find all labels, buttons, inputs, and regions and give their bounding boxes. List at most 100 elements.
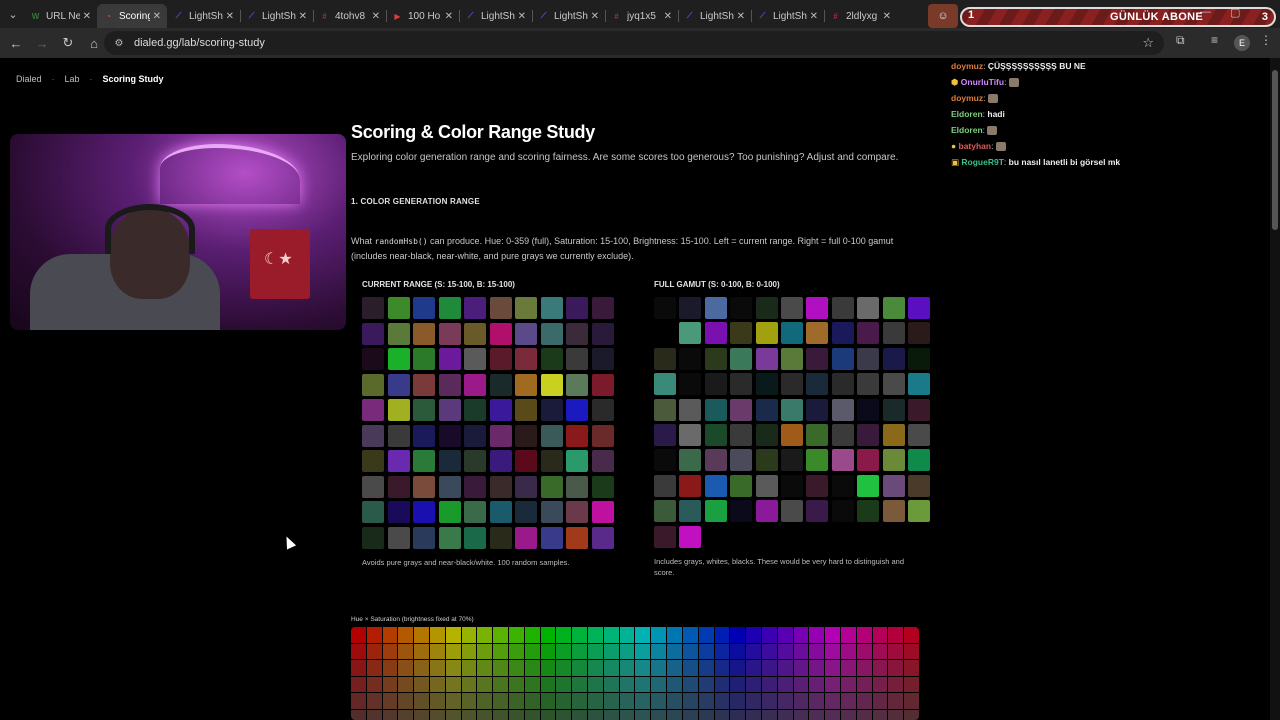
hue-sat-cell [461,660,477,676]
hue-sat-cell [825,660,840,676]
hue-sat-cell [382,676,398,693]
profile-avatar[interactable]: E [1234,35,1250,51]
media-icon[interactable]: ≡ [1211,33,1218,47]
tab-7[interactable]: ⟋ LightSh ✕ [532,4,605,28]
current-range-swatch [387,450,410,472]
chat-username[interactable]: doymuz [951,93,983,103]
full-gamut-swatch [755,423,778,446]
full-gamut-swatch [755,500,778,523]
tab-title: LightSh [700,10,734,22]
tab-close-icon[interactable]: ✕ [518,11,526,22]
hue-sat-cell [382,709,398,720]
full-gamut-swatch [882,449,905,472]
tab-close-icon[interactable]: ✕ [664,11,672,22]
full-gamut-swatch [679,297,702,319]
hue-sat-cell [366,709,382,720]
address-bar[interactable]: ⚙ dialed.gg/lab/scoring-study ☆ [104,31,1164,55]
tab-9[interactable]: ⟋ LightSh ✕ [678,4,751,28]
flag-image [250,229,310,299]
tab-3[interactable]: ⟋ LightSh ✕ [240,4,313,28]
breadcrumb-lab[interactable]: Lab [65,74,80,84]
tab-1[interactable]: ◔ Scoring ✕ [97,4,167,28]
hue-sat-cell [682,693,698,709]
url-text[interactable]: dialed.gg/lab/scoring-study [134,37,265,49]
tab-close-icon[interactable]: ✕ [153,11,161,22]
current-range-swatch [515,322,537,345]
full-gamut-swatch [730,449,753,472]
chat-username[interactable]: Eldoren [951,109,983,119]
full-gamut-swatch-grid [654,297,930,548]
chat-username[interactable]: batyhan [959,141,992,151]
tab-2[interactable]: ⟋ LightSh ✕ [167,4,240,28]
hue-sat-cell [445,627,461,643]
tab-close-icon[interactable]: ✕ [737,11,745,22]
hue-sat-cell [904,676,919,693]
full-gamut-swatch [679,449,702,472]
forward-arrow-icon[interactable]: → [30,31,54,55]
tab-6[interactable]: ⟋ LightSh ✕ [459,4,532,28]
tab-5[interactable]: ▶ 100 Ho ✕ [386,4,459,28]
full-gamut-swatch [654,322,676,345]
tab-search-icon[interactable]: ⌄ [2,3,24,25]
hue-sat-cell [382,660,398,676]
tab-0[interactable]: W URL Ne ✕ [24,4,97,28]
site-info-icon[interactable]: ⚙ [112,36,126,50]
current-range-swatch [413,475,435,498]
hue-sat-cell [556,627,572,643]
tab-favicon-icon: ⟋ [686,11,693,20]
tab-close-icon[interactable]: ✕ [226,11,234,22]
hue-sat-cell [477,660,493,676]
chat-username[interactable]: OnurluTifu [961,77,1004,87]
minimize-icon[interactable]: — [1200,6,1211,18]
breadcrumb-separator: · [51,74,55,84]
tab-close-icon[interactable]: ✕ [445,11,453,22]
hue-sat-cell [493,627,509,643]
hue-sat-cell [603,660,619,676]
full-gamut-swatch [730,398,753,421]
page-scrollbar[interactable] [1270,58,1280,720]
menu-kebab-icon[interactable]: ⋮ [1260,33,1272,47]
back-arrow-icon[interactable]: ← [4,31,28,55]
tab-close-icon[interactable]: ✕ [883,11,891,22]
current-range-swatch [566,450,588,472]
breadcrumb-dialed[interactable]: Dialed [16,74,42,84]
maximize-icon[interactable]: ▢ [1230,6,1240,19]
full-gamut-swatch [857,500,880,523]
full-gamut-swatch [831,398,854,421]
chat-username[interactable]: RogueR9T [961,157,1004,167]
chat-username[interactable]: doymuz [951,61,983,71]
reload-icon[interactable]: ↻ [56,31,80,55]
current-range-swatch [413,373,435,396]
scrollbar-thumb[interactable] [1272,70,1278,230]
tab-close-icon[interactable]: ✕ [372,11,380,22]
chat-emote-icon [995,142,1006,152]
hue-sat-cell [682,643,698,660]
chat-username[interactable]: Eldoren [951,125,983,135]
full-gamut-swatch [730,373,753,396]
full-gamut-swatch [730,347,753,370]
tab-11[interactable]: #2ldlyxg ✕ [824,4,897,28]
current-range-swatch [566,373,588,396]
tab-close-icon[interactable]: ✕ [591,11,599,22]
current-range-swatch [566,475,588,498]
tab-close-icon[interactable]: ✕ [810,11,818,22]
full-gamut-swatch [806,449,829,472]
hue-sat-cell [524,709,540,720]
bookmark-star-icon[interactable]: ☆ [1142,35,1154,51]
tab-8[interactable]: # jyq1x5 ✕ [605,4,678,28]
hue-sat-cell [366,693,382,709]
tab-title: LightSh [773,10,807,22]
tab-4[interactable]: #4tohv8 ✕ [313,4,386,28]
current-range-swatch [387,297,410,319]
hue-sat-cell [698,660,714,676]
extensions-icon[interactable]: ⧉ [1176,33,1185,48]
tab-close-icon[interactable]: ✕ [299,11,307,22]
tab-10[interactable]: ⟋ LightSh ✕ [751,4,824,28]
tab-close-icon[interactable]: ✕ [83,11,91,22]
home-icon[interactable]: ⌂ [82,31,106,55]
current-range-swatch [438,475,461,498]
hue-sat-cell [746,709,761,720]
current-range-swatch [591,373,614,396]
current-range-swatch [566,526,588,549]
full-gamut-swatch [882,373,905,396]
